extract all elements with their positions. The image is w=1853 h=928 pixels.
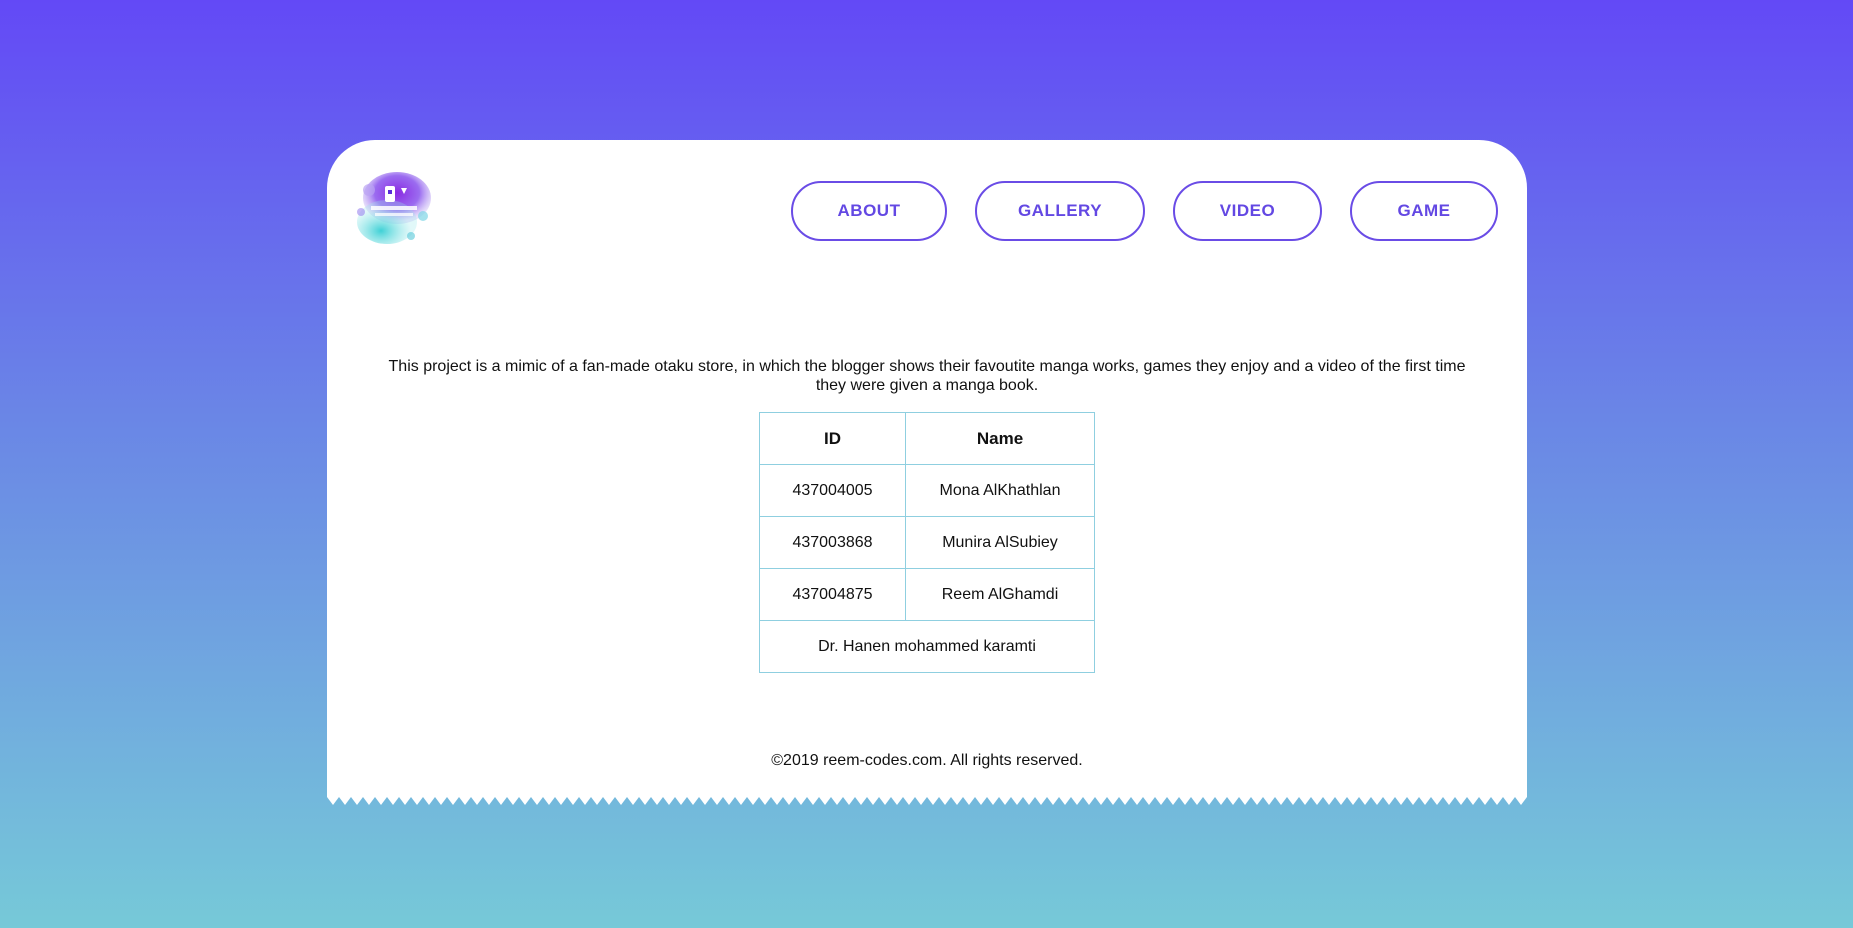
table-cell-id: 437004005 bbox=[759, 464, 906, 517]
members-table: ID Name 437004005 Mona AlKhathlan 437003… bbox=[759, 412, 1095, 673]
project-description: This project is a mimic of a fan-made ot… bbox=[388, 358, 1466, 394]
table-row: 437004005 Mona AlKhathlan bbox=[759, 464, 1095, 517]
table-cell-id: 437004875 bbox=[759, 568, 906, 621]
table-footer-row: Dr. Hanen mohammed karamti bbox=[759, 620, 1095, 673]
site-logo[interactable] bbox=[349, 166, 439, 248]
table-cell-id: 437003868 bbox=[759, 516, 906, 569]
content-card: ABOUT GALLERY VIDEO GAME This project is… bbox=[327, 140, 1527, 797]
copyright-footer: ©2019 reem-codes.com. All rights reserve… bbox=[771, 752, 1083, 769]
table-header-id: ID bbox=[759, 412, 906, 465]
table-cell-name: Munira AlSubiey bbox=[905, 516, 1095, 569]
nav-about-button[interactable]: ABOUT bbox=[791, 181, 947, 241]
nav-video-button[interactable]: VIDEO bbox=[1173, 181, 1322, 241]
zigzag-edge bbox=[327, 797, 1527, 805]
table-row: 437004875 Reem AlGhamdi bbox=[759, 568, 1095, 621]
main-nav: ABOUT GALLERY VIDEO GAME bbox=[791, 181, 1498, 241]
table-header-row: ID Name bbox=[759, 412, 1095, 465]
table-header-name: Name bbox=[905, 412, 1095, 465]
table-cell-name: Mona AlKhathlan bbox=[905, 464, 1095, 517]
logo-splash-icon bbox=[357, 172, 431, 244]
nav-game-button[interactable]: GAME bbox=[1350, 181, 1498, 241]
table-row: 437003868 Munira AlSubiey bbox=[759, 516, 1095, 569]
table-cell-name: Reem AlGhamdi bbox=[905, 568, 1095, 621]
supervisor-cell: Dr. Hanen mohammed karamti bbox=[759, 620, 1095, 673]
nav-gallery-button[interactable]: GALLERY bbox=[975, 181, 1145, 241]
